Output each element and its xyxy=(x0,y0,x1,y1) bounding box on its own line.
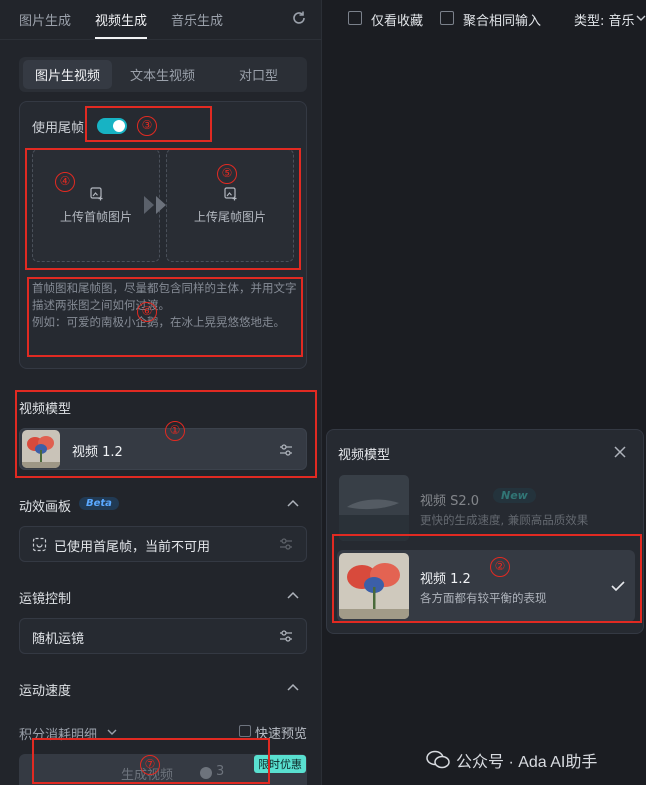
video-mode-tabs: 图片生视频 文本生视频 对口型 xyxy=(19,57,307,92)
favorites-only-checkbox[interactable] xyxy=(348,11,362,25)
chevron-up-icon[interactable] xyxy=(287,499,299,507)
tab-image-generation[interactable]: 图片生成 xyxy=(19,10,71,29)
model-thumbnail xyxy=(339,475,409,541)
hint-line-1: 首帧图和尾帧图，尽量都包含同样的主体，并用文字描述两张图之间如何过渡。 xyxy=(32,281,297,312)
frame-hint-text: 首帧图和尾帧图，尽量都包含同样的主体，并用文字描述两张图之间如何过渡。 例如：可… xyxy=(32,280,300,331)
camera-control-select[interactable]: 随机运镜 xyxy=(19,618,307,654)
motion-canvas-icon xyxy=(32,537,47,552)
video-model-dropdown: 视频模型 视频 S2.0 New 更快的生成速度, 兼顾高品质效果 视频 1.2… xyxy=(326,429,644,634)
tab-video-generation[interactable]: 视频生成 xyxy=(95,10,147,29)
upload-first-frame[interactable]: 上传首帧图片 xyxy=(32,149,160,262)
image-upload-icon xyxy=(90,187,103,201)
annotation-number-2: ② xyxy=(490,557,510,577)
limited-offer-badge: 限时优惠 xyxy=(254,755,306,773)
points-detail-link[interactable]: 积分消耗明细 xyxy=(19,724,97,743)
chevron-up-icon[interactable] xyxy=(287,591,299,599)
tab-lip-sync[interactable]: 对口型 xyxy=(239,65,278,84)
model-option-desc: 更快的生成速度, 兼顾高品质效果 xyxy=(420,513,589,527)
video-model-selector[interactable]: 视频 1.2 xyxy=(19,428,307,470)
favorites-only-label: 仅看收藏 xyxy=(371,14,424,29)
use-end-frame-label: 使用尾帧 xyxy=(32,121,85,136)
active-tab-indicator xyxy=(95,37,147,39)
beta-badge: Beta xyxy=(79,497,119,510)
use-end-frame-toggle[interactable] xyxy=(97,118,127,134)
model-option-s2[interactable]: 视频 S2.0 New 更快的生成速度, 兼顾高品质效果 xyxy=(337,472,635,544)
motion-canvas-field: 已使用首尾帧，当前不可用 xyxy=(19,526,307,562)
model-option-name: 视频 1.2 xyxy=(420,572,471,587)
wechat-icon xyxy=(426,750,450,769)
close-icon[interactable] xyxy=(613,445,627,459)
motion-speed-title: 运动速度 xyxy=(19,684,72,699)
annotation-number-4: ④ xyxy=(55,172,75,192)
annotation-number-3: ③ xyxy=(137,116,157,136)
video-model-title: 视频模型 xyxy=(19,402,72,417)
quick-preview-checkbox[interactable] xyxy=(239,725,251,737)
frame-upload-card: 使用尾帧 上传首帧图片 上传尾帧图片 首帧图和尾帧图，尽量都包含同样的主体，并用… xyxy=(19,101,307,369)
model-option-name: 视频 S2.0 xyxy=(420,494,480,509)
upload-first-frame-label: 上传首帧图片 xyxy=(59,210,132,224)
generate-cost: 3 xyxy=(216,764,225,779)
model-option-desc: 各方面都有较平衡的表现 xyxy=(420,591,547,605)
watermark-text: 公众号 · Ada AI助手 xyxy=(456,754,598,771)
annotation-number-6: ⑥ xyxy=(137,302,157,322)
hint-line-2: 例如：可爱的南极小企鹅，在冰上晃晃悠悠地走。 xyxy=(32,315,285,329)
annotation-number-7: ⑦ xyxy=(140,755,160,775)
merge-same-input-checkbox[interactable] xyxy=(440,11,454,25)
model-thumbnail xyxy=(339,553,409,619)
upload-last-frame-label: 上传尾帧图片 xyxy=(193,210,266,224)
image-upload-icon xyxy=(224,187,237,201)
merge-same-input-label: 聚合相同输入 xyxy=(463,14,542,29)
refresh-icon[interactable] xyxy=(290,9,308,27)
motion-canvas-title: 动效画板 xyxy=(19,500,72,515)
credit-coin-icon xyxy=(200,767,212,779)
tab-image-to-video[interactable]: 图片生视频 xyxy=(23,60,113,89)
quick-preview-label: 快速预览 xyxy=(255,727,308,742)
chevron-down-icon[interactable] xyxy=(107,729,117,736)
chevron-up-icon[interactable] xyxy=(287,683,299,691)
model-thumbnail xyxy=(22,430,60,468)
tab-text-to-video[interactable]: 文本生视频 xyxy=(130,65,195,84)
check-icon xyxy=(611,581,625,592)
selected-model-name: 视频 1.2 xyxy=(72,445,123,460)
settings-sliders-icon xyxy=(280,538,292,550)
annotation-number-5: ⑤ xyxy=(217,164,237,184)
annotation-number-1: ① xyxy=(165,421,185,441)
chevron-down-icon[interactable] xyxy=(636,15,646,22)
motion-canvas-status: 已使用首尾帧，当前不可用 xyxy=(54,540,211,555)
top-tab-bar: 图片生成 视频生成 音乐生成 xyxy=(0,0,322,40)
settings-sliders-icon[interactable] xyxy=(278,628,294,644)
left-panel: 图片生成 视频生成 音乐生成 图片生视频 文本生视频 对口型 使用尾帧 上传首帧… xyxy=(0,0,322,785)
type-filter-dropdown[interactable]: 类型: 音乐 xyxy=(574,10,635,29)
dropdown-title: 视频模型 xyxy=(338,448,391,463)
camera-control-title: 运镜控制 xyxy=(19,592,72,607)
new-badge: New xyxy=(493,488,536,503)
settings-sliders-icon[interactable] xyxy=(278,442,294,458)
camera-control-value: 随机运镜 xyxy=(32,632,85,647)
model-option-1-2[interactable]: 视频 1.2 各方面都有较平衡的表现 xyxy=(337,550,635,622)
tab-music-generation[interactable]: 音乐生成 xyxy=(171,10,223,29)
